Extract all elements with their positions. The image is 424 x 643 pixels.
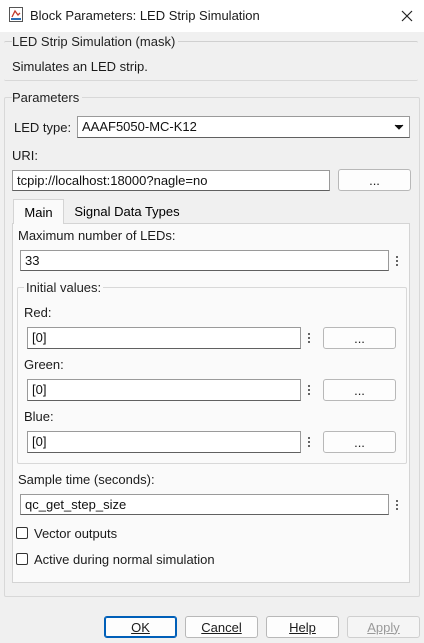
tab-seam (14, 222, 63, 225)
sample-time-label: Sample time (seconds): (18, 472, 155, 487)
vector-outputs-label: Vector outputs (34, 526, 118, 541)
help-button[interactable]: Help (266, 616, 339, 638)
mask-description: Simulates an LED strip. (12, 59, 148, 74)
blue-label: Blue: (24, 409, 54, 424)
green-label: Green: (24, 357, 64, 372)
mask-heading: LED Strip Simulation (mask) (12, 34, 179, 49)
initial-values-heading: Initial values: (24, 280, 104, 295)
help-button-label: Help (289, 619, 316, 635)
block-parameters-icon (9, 7, 23, 22)
tab-main-label: Main (24, 204, 53, 220)
green-browse-button[interactable]: ... (323, 379, 396, 401)
parameters-heading: Parameters (12, 90, 83, 105)
uri-label: URI: (12, 148, 38, 163)
red-browse-button[interactable]: ... (323, 327, 396, 349)
chevron-down-icon (394, 124, 404, 130)
led-type-select[interactable]: AAAF5050-MC-K12 (77, 116, 410, 138)
close-button[interactable] (392, 2, 422, 30)
blue-field[interactable]: [0] (27, 431, 301, 453)
apply-button[interactable]: Apply (347, 616, 420, 638)
tab-signal-data-types[interactable]: Signal Data Types (64, 200, 190, 224)
cancel-button[interactable]: Cancel (185, 616, 258, 638)
active-during-normal-simulation-checkbox[interactable] (16, 553, 28, 565)
active-during-normal-simulation-label: Active during normal simulation (34, 552, 215, 567)
tab-signal-data-types-label: Signal Data Types (74, 204, 180, 219)
blue-options-icon[interactable] (304, 432, 314, 451)
led-type-value: AAAF5050-MC-K12 (82, 119, 197, 134)
red-field[interactable]: [0] (27, 327, 301, 349)
window-title: Block Parameters: LED Strip Simulation (30, 8, 260, 23)
max-leds-field[interactable]: 33 (20, 250, 389, 271)
sample-time-field[interactable]: qc_get_step_size (20, 494, 389, 515)
sample-time-options-icon[interactable] (392, 495, 402, 514)
green-options-icon[interactable] (304, 380, 314, 399)
vector-outputs-checkbox[interactable] (16, 527, 28, 539)
green-field[interactable]: [0] (27, 379, 301, 401)
red-options-icon[interactable] (304, 328, 314, 347)
blue-browse-button[interactable]: ... (323, 431, 396, 453)
led-type-label: LED type: (14, 120, 72, 135)
close-icon (401, 10, 413, 22)
apply-button-label: Apply (367, 619, 400, 635)
max-leds-label: Maximum number of LEDs: (18, 228, 176, 243)
red-label: Red: (24, 305, 52, 320)
uri-field[interactable]: tcpip://localhost:18000?nagle=no (12, 170, 330, 191)
ok-button-label: OK (131, 619, 150, 635)
cancel-button-label: Cancel (201, 619, 242, 635)
uri-browse-button[interactable]: ... (338, 169, 411, 191)
max-leds-options-icon[interactable] (392, 251, 402, 270)
ok-button[interactable]: OK (104, 616, 177, 638)
tab-main[interactable]: Main (13, 199, 64, 224)
